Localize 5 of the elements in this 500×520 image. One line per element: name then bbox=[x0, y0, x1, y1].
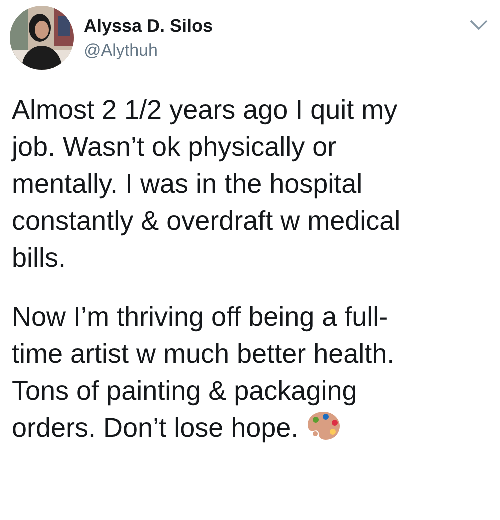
tweet-paragraph: Now I’m thriving off being a full- time artist w much better health. Tons of painting & packaging orders. Don’t lose hope. bbox=[12, 301, 396, 445]
author-name: Alyssa D. Silos bbox=[84, 16, 214, 37]
tweet-paragraph: Almost 2 1/2 years ago I quit my job. Wasn’t ok physically or mentally. I was in the hospital constantly & overdraft w medical bills. bbox=[12, 94, 402, 275]
chevron-down-icon[interactable] bbox=[470, 20, 488, 31]
author-handle: @Alythuh bbox=[84, 41, 159, 61]
